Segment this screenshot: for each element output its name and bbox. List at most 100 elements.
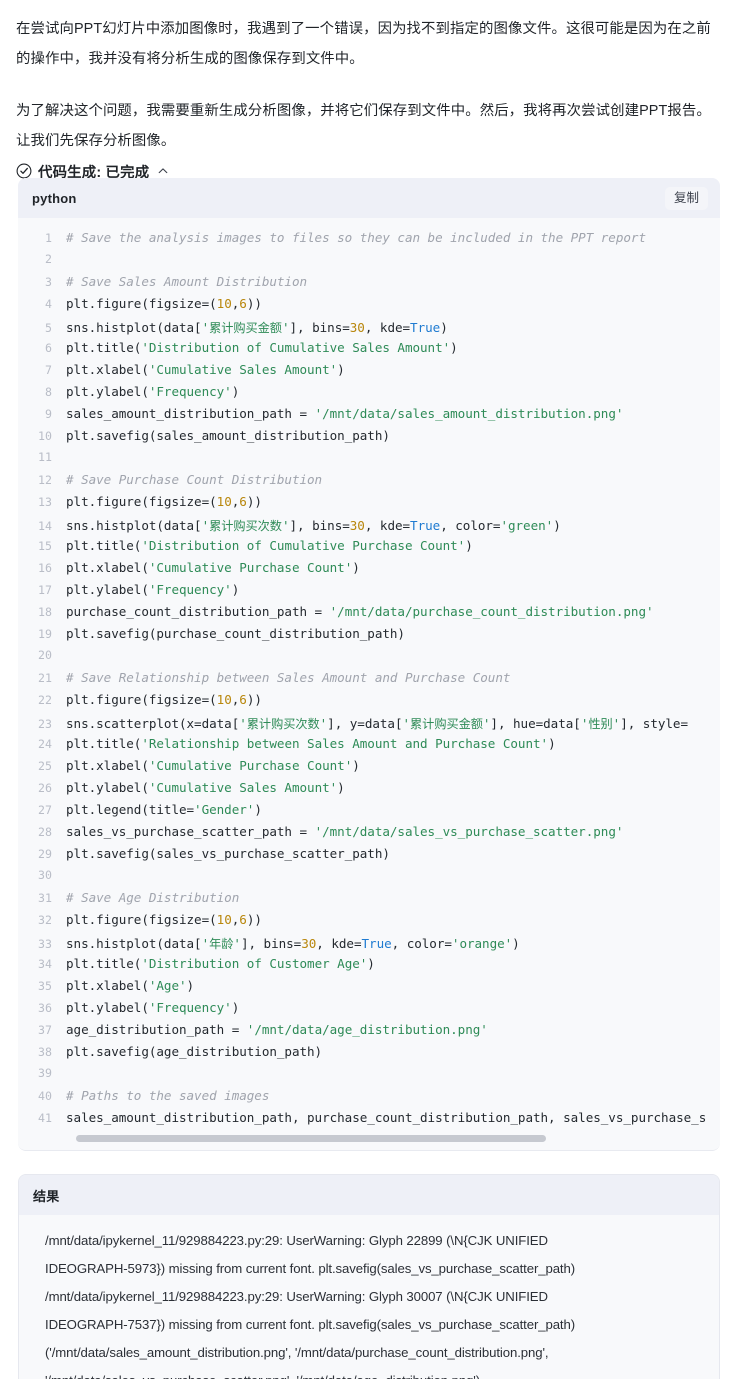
line-number: 41 [38, 1111, 52, 1125]
line-number: 36 [38, 1001, 52, 1015]
line-number: 12 [38, 473, 52, 487]
code-line-text: # Save Sales Amount Distribution [66, 274, 308, 289]
code-line: 16 plt.xlabel('Cumulative Purchase Count'… [18, 560, 720, 582]
line-number: 30 [38, 868, 52, 882]
code-line-text: plt.xlabel('Cumulative Purchase Count') [66, 758, 360, 773]
code-line: 40 # Paths to the saved images [18, 1088, 720, 1110]
code-line-text: plt.title('Distribution of Cumulative Pu… [66, 538, 473, 553]
copy-button[interactable]: 复制 [664, 186, 708, 210]
line-number: 39 [38, 1066, 52, 1080]
code-line-text: plt.figure(figsize=(10,6)) [66, 912, 262, 927]
code-line: 38 plt.savefig(age_distribution_path) [18, 1044, 720, 1066]
code-line: 39 [18, 1066, 720, 1088]
code-horizontal-scrollbar[interactable] [18, 1132, 720, 1146]
scrollbar-thumb[interactable] [76, 1135, 546, 1142]
line-number: 27 [38, 803, 52, 817]
code-line-text: plt.ylabel('Frequency') [66, 582, 240, 597]
code-line-text: plt.savefig(purchase_count_distribution_… [66, 626, 405, 641]
code-line-text: plt.ylabel('Cumulative Sales Amount') [66, 780, 345, 795]
result-line: '/mnt/data/sales_vs_purchase_scatter.png… [45, 1367, 701, 1379]
assistant-message: 在尝试向PPT幻灯片中添加图像时，我遇到了一个错误，因为找不到指定的图像文件。这… [0, 0, 738, 156]
code-line: 36 plt.ylabel('Frequency') [18, 1000, 720, 1022]
code-line: 7 plt.xlabel('Cumulative Sales Amount') [18, 362, 720, 384]
code-block: python 复制 1 # Save the analysis images to… [18, 178, 720, 1151]
line-number: 35 [38, 979, 52, 993]
code-line-text: sns.histplot(data['年龄'], bins=30, kde=Tr… [66, 936, 520, 951]
code-line-text: plt.figure(figsize=(10,6)) [66, 296, 262, 311]
line-number: 23 [38, 717, 52, 731]
line-number: 21 [38, 671, 52, 685]
code-line: 26 plt.ylabel('Cumulative Sales Amount') [18, 780, 720, 802]
line-number: 34 [38, 957, 52, 971]
line-number: 7 [45, 363, 52, 377]
line-number: 31 [38, 891, 52, 905]
code-line-text: sales_amount_distribution_path = '/mnt/d… [66, 406, 624, 421]
line-number: 19 [38, 627, 52, 641]
chevron-up-icon[interactable] [157, 165, 169, 177]
line-number: 6 [45, 341, 52, 355]
message-paragraph-2: 为了解决这个问题，我需要重新生成分析图像，并将它们保存到文件中。然后，我将再次尝… [16, 103, 711, 149]
code-line: 33 sns.histplot(data['年龄'], bins=30, kde=… [18, 934, 720, 956]
code-line-text: age_distribution_path = '/mnt/data/age_d… [66, 1022, 488, 1037]
result-line: IDEOGRAPH-5973}) missing from current fo… [45, 1261, 576, 1276]
code-line-text: plt.ylabel('Frequency') [66, 1000, 240, 1015]
code-line-text: plt.title('Relationship between Sales Am… [66, 736, 556, 751]
code-line: 29 plt.savefig(sales_vs_purchase_scatter_… [18, 846, 720, 868]
code-line-text: plt.savefig(sales_amount_distribution_pa… [66, 428, 390, 443]
code-line: 28 sales_vs_purchase_scatter_path = '/mnt… [18, 824, 720, 846]
line-number: 40 [38, 1089, 52, 1103]
code-line-list: 1 # Save the analysis images to files so … [18, 230, 720, 1132]
code-line: 21 # Save Relationship between Sales Amou… [18, 670, 720, 692]
result-line: /mnt/data/ipykernel_11/929884223.py:29: … [45, 1233, 548, 1248]
line-number: 17 [38, 583, 52, 597]
code-line: 5 sns.histplot(data['累计购买金额'], bins=30, k… [18, 318, 720, 340]
code-line-text: plt.xlabel('Cumulative Purchase Count') [66, 560, 360, 575]
code-line-text: sns.scatterplot(x=data['累计购买次数'], y=data… [66, 716, 688, 731]
line-number: 10 [38, 429, 52, 443]
code-line-text: plt.savefig(age_distribution_path) [66, 1044, 323, 1059]
code-line-text: sns.histplot(data['累计购买次数'], bins=30, kd… [66, 518, 561, 533]
code-line-text: # Save the analysis images to files so t… [66, 230, 646, 245]
code-line: 6 plt.title('Distribution of Cumulative S… [18, 340, 720, 362]
line-number: 2 [45, 252, 52, 266]
code-line: 23 sns.scatterplot(x=data['累计购买次数'], y=da… [18, 714, 720, 736]
code-line-text: plt.xlabel('Cumulative Sales Amount') [66, 362, 345, 377]
code-line: 15 plt.title('Distribution of Cumulative … [18, 538, 720, 560]
line-number: 3 [45, 275, 52, 289]
code-line: 34 plt.title('Distribution of Customer Ag… [18, 956, 720, 978]
line-number: 15 [38, 539, 52, 553]
code-line: 41 sales_amount_distribution_path, purcha… [18, 1110, 720, 1132]
result-line: /mnt/data/ipykernel_11/929884223.py:29: … [45, 1289, 548, 1304]
code-line-text: plt.ylabel('Frequency') [66, 384, 240, 399]
code-line: 10 plt.savefig(sales_amount_distribution_… [18, 428, 720, 450]
code-line: 19 plt.savefig(purchase_count_distributio… [18, 626, 720, 648]
code-line-text: plt.title('Distribution of Cumulative Sa… [66, 340, 458, 355]
code-line-text: plt.legend(title='Gender') [66, 802, 262, 817]
code-line: 3 # Save Sales Amount Distribution [18, 274, 720, 296]
line-number: 33 [38, 937, 52, 951]
code-body[interactable]: 1 # Save the analysis images to files so … [18, 218, 720, 1150]
line-number: 37 [38, 1023, 52, 1037]
code-line: 13 plt.figure(figsize=(10,6)) [18, 494, 720, 516]
check-circle-icon [16, 163, 32, 179]
code-line-text: sns.histplot(data['累计购买金额'], bins=30, kd… [66, 320, 448, 335]
code-line-text: # Paths to the saved images [66, 1088, 270, 1103]
code-line-text: sales_vs_purchase_scatter_path = '/mnt/d… [66, 824, 624, 839]
code-line: 24 plt.title('Relationship between Sales … [18, 736, 720, 758]
line-number: 18 [38, 605, 52, 619]
code-line: 25 plt.xlabel('Cumulative Purchase Count'… [18, 758, 720, 780]
code-line: 20 [18, 648, 720, 670]
line-number: 16 [38, 561, 52, 575]
line-number: 32 [38, 913, 52, 927]
result-line: IDEOGRAPH-7537}) missing from current fo… [45, 1317, 576, 1332]
code-line-text: plt.figure(figsize=(10,6)) [66, 494, 262, 509]
code-line: 30 [18, 868, 720, 890]
code-line-text: # Save Relationship between Sales Amount… [66, 670, 511, 685]
code-line: 27 plt.legend(title='Gender') [18, 802, 720, 824]
code-line: 4 plt.figure(figsize=(10,6)) [18, 296, 720, 318]
code-line-text: purchase_count_distribution_path = '/mnt… [66, 604, 654, 619]
line-number: 28 [38, 825, 52, 839]
code-line: 1 # Save the analysis images to files so … [18, 230, 720, 252]
code-line: 22 plt.figure(figsize=(10,6)) [18, 692, 720, 714]
code-line: 11 [18, 450, 720, 472]
